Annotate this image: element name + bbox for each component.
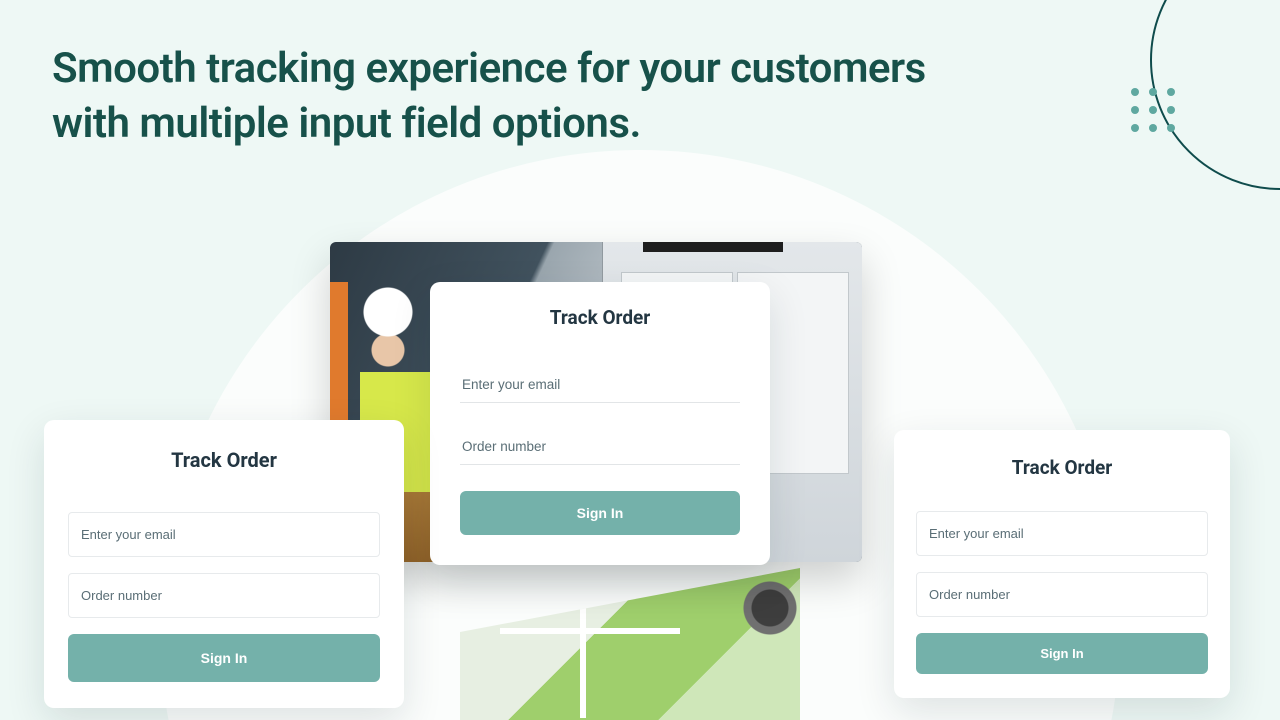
card-title: Track Order xyxy=(460,306,740,329)
card-title: Track Order xyxy=(68,448,380,472)
track-order-card-center: Track Order Sign In xyxy=(430,282,770,565)
track-order-card-right: Track Order Sign In xyxy=(894,430,1230,698)
sign-in-button[interactable]: Sign In xyxy=(68,634,380,682)
email-field[interactable] xyxy=(68,512,380,557)
track-order-card-left: Track Order Sign In xyxy=(44,420,404,708)
order-number-field[interactable] xyxy=(916,572,1208,617)
sign-in-button[interactable]: Sign In xyxy=(916,633,1208,674)
email-field[interactable] xyxy=(460,367,740,403)
order-number-field[interactable] xyxy=(68,573,380,618)
sign-in-button[interactable]: Sign In xyxy=(460,491,740,535)
email-field[interactable] xyxy=(916,511,1208,556)
page-headline: Smooth tracking experience for your cust… xyxy=(52,42,1012,151)
decorative-dot-grid xyxy=(1131,88,1175,132)
order-number-field[interactable] xyxy=(460,429,740,465)
card-title: Track Order xyxy=(916,456,1208,479)
